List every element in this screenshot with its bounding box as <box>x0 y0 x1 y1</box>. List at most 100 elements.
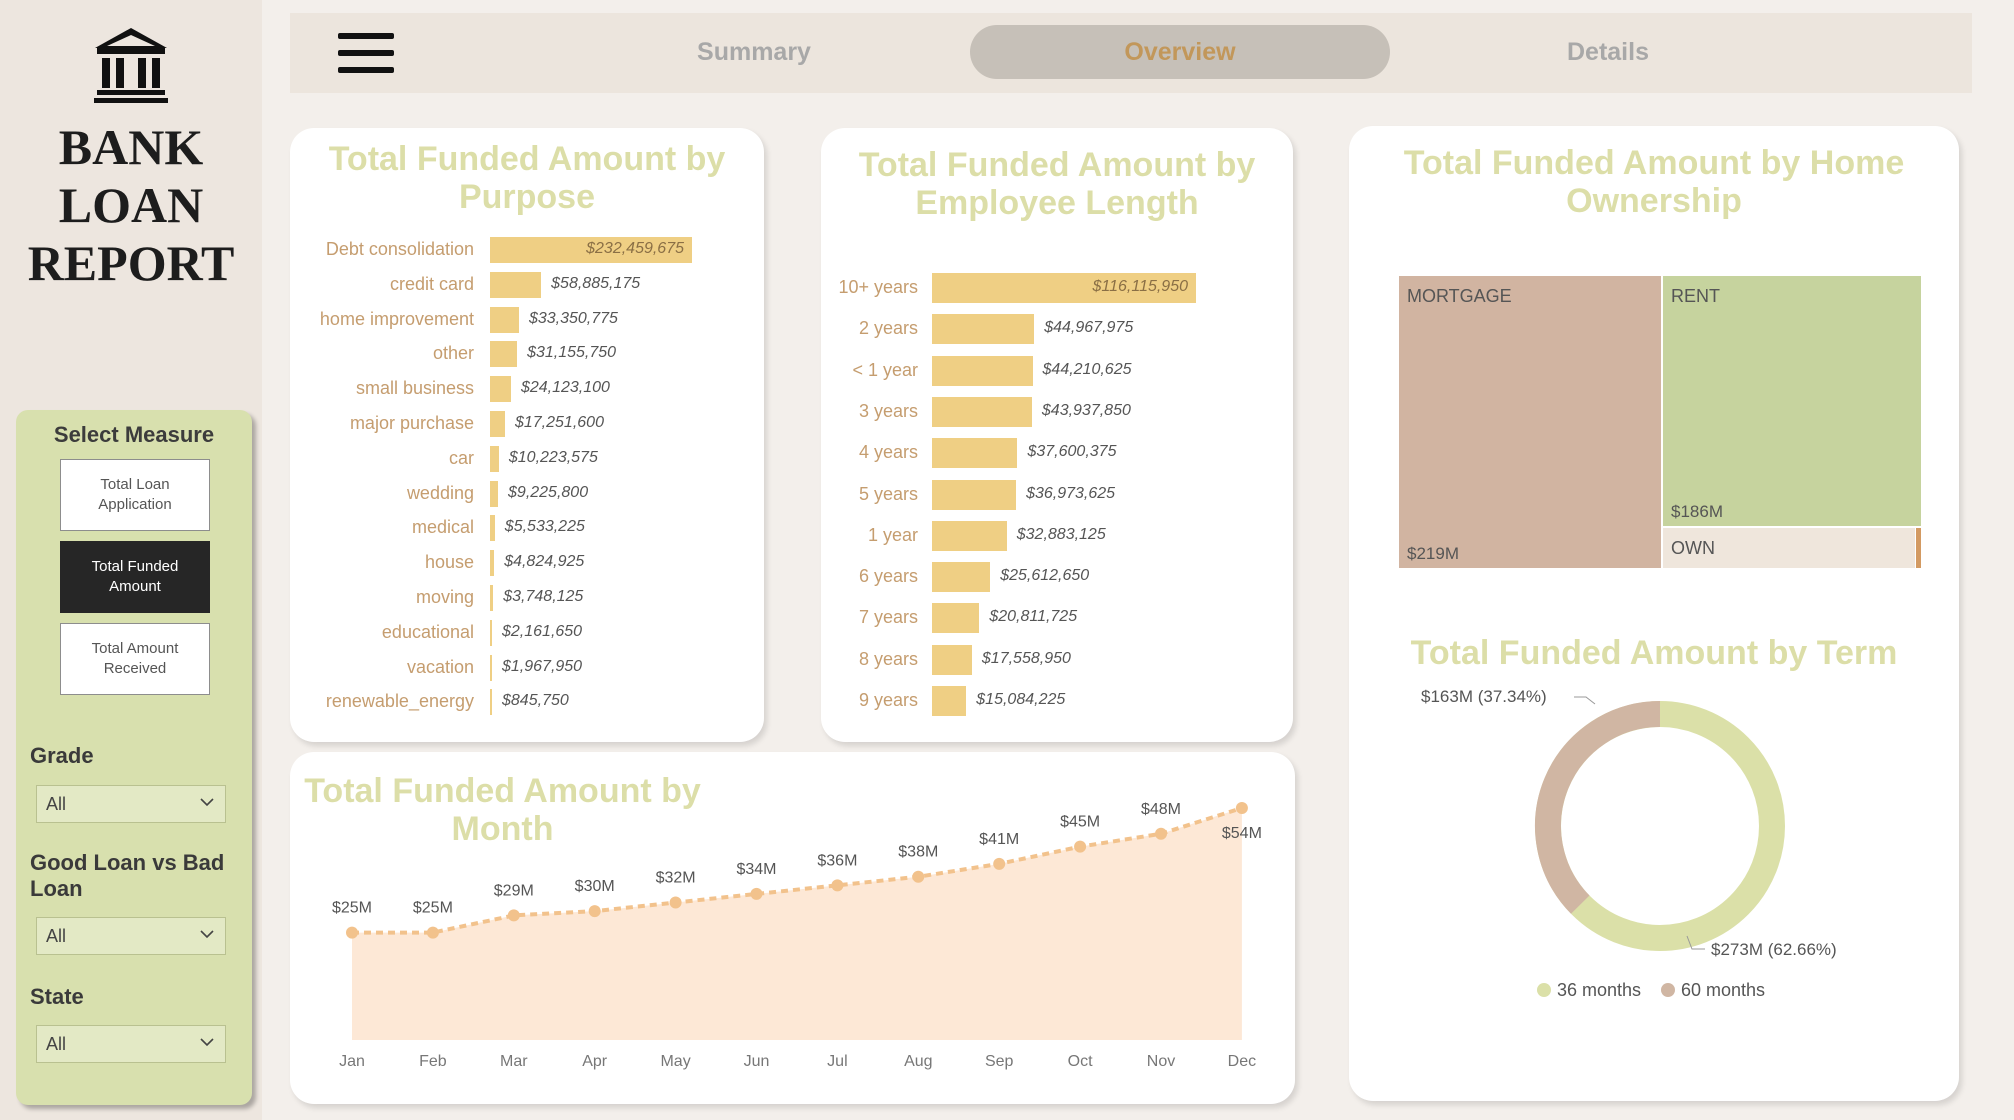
treemap-label-rent: RENT <box>1671 286 1720 306</box>
data-label: $29M <box>494 882 534 899</box>
app-title-line-1: BANK <box>58 119 204 175</box>
treemap-tile-own[interactable]: OWN <box>1663 528 1915 568</box>
bar-label: < 1 year <box>852 359 918 380</box>
term-chart-title: Total Funded Amount by Term <box>1410 634 1898 672</box>
header-nav: Summary Overview Details <box>290 13 1972 93</box>
x-tick-label: Mar <box>500 1053 528 1070</box>
bar-value-label: $58,885,175 <box>551 274 641 292</box>
app-title-line-2: LOAN <box>58 177 204 233</box>
bar-label: 1 year <box>867 524 918 545</box>
month-area-chart: $25M Jan $25M Feb $29M Mar $30M Apr $32M May $34M J… <box>332 801 1262 1070</box>
data-point[interactable] <box>750 887 763 900</box>
data-point[interactable] <box>831 879 844 892</box>
donut-segment-60-months[interactable] <box>1535 701 1661 914</box>
data-point[interactable] <box>588 905 601 918</box>
treemap-label-mortgage: MORTGAGE <box>1407 286 1512 306</box>
grade-filter-select[interactable]: All <box>36 785 226 823</box>
bar[interactable] <box>490 445 499 472</box>
bar[interactable] <box>932 603 980 634</box>
loan-quality-filter-label: Good Loan vs Bad Loan <box>30 850 225 901</box>
x-tick-label: Jul <box>827 1053 847 1070</box>
bar[interactable] <box>490 341 518 368</box>
data-label: $30M <box>575 878 615 895</box>
x-tick-label: Apr <box>582 1053 608 1070</box>
bar-label: moving <box>415 587 474 607</box>
x-tick-label: Dec <box>1228 1053 1256 1070</box>
chevron-down-icon <box>200 1038 214 1047</box>
bar-label: 6 years <box>858 566 918 587</box>
x-tick-label: Oct <box>1068 1053 1093 1070</box>
home-ownership-chart-title: Total Funded Amount by Home Ownership <box>1403 144 1905 220</box>
bar[interactable] <box>490 689 492 716</box>
data-point[interactable] <box>912 870 925 883</box>
measure-button-total-funded-amount[interactable]: Total Funded Amount <box>60 541 210 613</box>
bar[interactable] <box>932 438 1018 469</box>
bar-value-label: $17,251,600 <box>514 414 604 431</box>
bar[interactable] <box>932 396 1032 427</box>
bar-value-label: $15,084,225 <box>976 691 1066 708</box>
bar[interactable] <box>490 271 542 298</box>
tab-overview[interactable]: Overview <box>970 25 1390 79</box>
loan-quality-filter-value: All <box>46 926 67 946</box>
bar-value-label: $5,533,225 <box>504 518 585 536</box>
data-point[interactable] <box>346 926 358 939</box>
tab-details[interactable]: Details <box>1398 25 1818 79</box>
data-point[interactable] <box>1074 840 1087 853</box>
purpose-chart-card: Total Funded Amount by Purpose Debt cons… <box>290 128 764 742</box>
bar-label: 5 years <box>858 483 918 504</box>
bar-label: 2 years <box>858 318 918 339</box>
legend-label-36-months: 36 months <box>1557 980 1641 1000</box>
bar-label: small business <box>355 378 474 399</box>
bar[interactable] <box>490 480 499 507</box>
data-label: $36M <box>817 852 857 869</box>
bar-value-label: $36,973,625 <box>1026 484 1116 502</box>
bar-value-label: $232,459,675 <box>586 240 684 257</box>
bar[interactable] <box>490 550 495 577</box>
bar[interactable] <box>932 644 972 675</box>
treemap-tile-other[interactable] <box>1916 528 1921 568</box>
bar[interactable] <box>932 355 1033 386</box>
data-point[interactable] <box>1155 827 1167 840</box>
term-donut-chart: $163M (37.34%) $273M (62.66%) 36 months … <box>1421 687 1837 1000</box>
bar-value-label: $24,123,100 <box>520 379 610 397</box>
data-point[interactable] <box>993 857 1006 870</box>
bar-label: 4 years <box>858 442 918 463</box>
state-filter-value: All <box>46 1034 67 1054</box>
bar[interactable] <box>490 585 494 611</box>
bar[interactable] <box>932 479 1017 510</box>
bar-value-label: $32,883,125 <box>1016 525 1106 543</box>
bar[interactable] <box>490 619 492 646</box>
bar[interactable] <box>490 376 511 403</box>
bar-label: 9 years <box>858 690 918 710</box>
leader-line-60-months <box>1574 696 1596 705</box>
bar-value-label: $37,600,375 <box>1027 443 1117 461</box>
data-point[interactable] <box>1235 802 1248 814</box>
loan-quality-filter-select[interactable]: All <box>36 917 226 955</box>
bar[interactable] <box>932 520 1007 551</box>
menu-icon[interactable] <box>338 31 394 75</box>
bar[interactable] <box>490 306 519 333</box>
bar[interactable] <box>932 314 1035 345</box>
treemap-tile-mortgage[interactable]: MORTGAGE $219M <box>1399 276 1661 568</box>
treemap-tile-rent[interactable]: RENT $186M <box>1663 276 1921 526</box>
state-filter-select[interactable]: All <box>36 1025 226 1063</box>
bar[interactable] <box>932 686 967 716</box>
bar[interactable] <box>490 654 492 681</box>
measure-button-total-loan-application[interactable]: Total Loan Application <box>60 459 210 531</box>
data-label: $25M <box>413 900 453 917</box>
data-point[interactable] <box>669 896 682 909</box>
measure-button-total-amount-received[interactable]: Total Amount Received <box>60 623 210 695</box>
bar[interactable] <box>490 411 505 437</box>
data-point[interactable] <box>426 926 439 939</box>
data-point[interactable] <box>507 909 520 922</box>
tab-summary[interactable]: Summary <box>544 25 964 79</box>
bar[interactable] <box>490 515 495 542</box>
treemap-label-own: OWN <box>1671 538 1715 558</box>
bar[interactable] <box>932 562 991 593</box>
bar-label: credit card <box>389 273 474 294</box>
month-chart-card: Total Funded Amount by Month $25M Jan $25M… <box>290 752 1295 1104</box>
bar-value-label: $116,115,950 <box>1092 278 1189 295</box>
data-label: $54M <box>1222 825 1262 842</box>
bar-value-label: $10,223,575 <box>508 448 598 466</box>
x-tick-label: Jun <box>744 1053 770 1070</box>
